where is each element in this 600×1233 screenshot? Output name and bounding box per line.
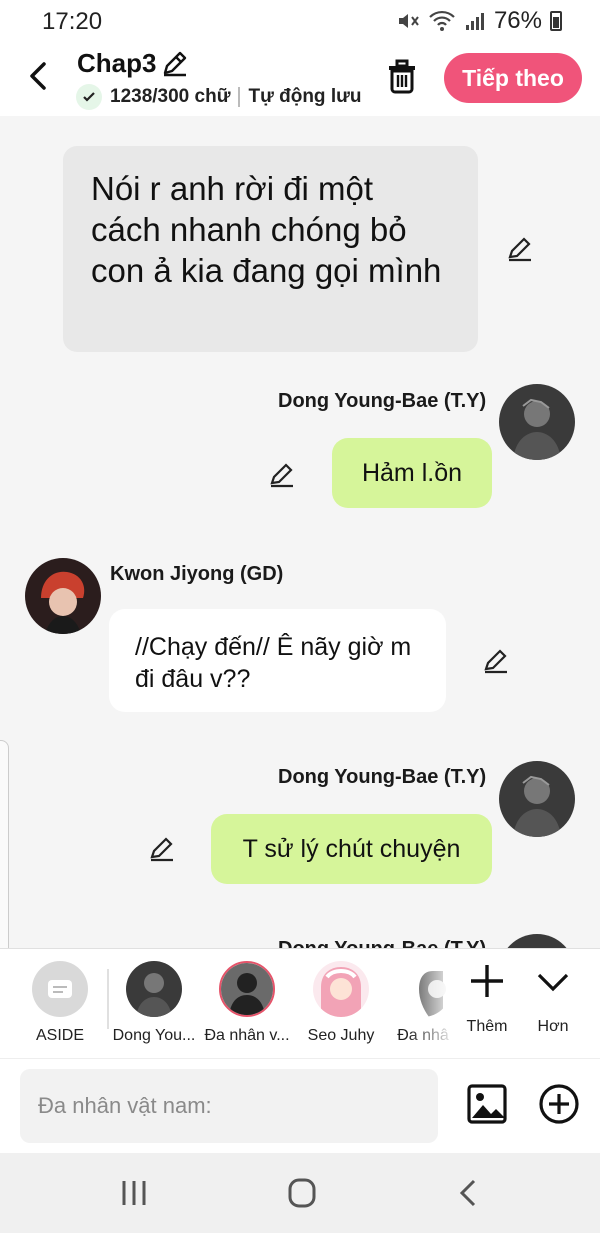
recents-icon[interactable] xyxy=(114,1177,154,1209)
fade-overlay xyxy=(408,949,456,1049)
message-bubble[interactable]: //Chạy đến// Ê nãy giờ m đi đâu v?? xyxy=(109,609,446,712)
more-label: Hơn xyxy=(537,1018,569,1035)
character-item[interactable]: Seo Juhy xyxy=(296,961,386,1045)
speaker-name: Kwon Jiyong (GD) xyxy=(110,563,284,585)
divider xyxy=(238,87,241,107)
check-icon xyxy=(76,84,102,110)
aside-icon xyxy=(32,961,88,1017)
next-button[interactable]: Tiếp theo xyxy=(444,53,582,103)
chat-area[interactable]: Nói r anh rời đi một cách nhanh chóng bỏ… xyxy=(0,116,600,948)
editor-header: Chap3 1238/300 chữ Tự động lưu Tiếp theo xyxy=(0,40,600,116)
speaker-name: Dong Young-Bae (T.Y) xyxy=(278,766,487,788)
narration-bubble[interactable]: Nói r anh rời đi một cách nhanh chóng bỏ… xyxy=(63,146,478,352)
side-drawer-handle[interactable] xyxy=(0,740,9,970)
signal-icon xyxy=(465,13,484,30)
system-nav-bar xyxy=(0,1153,600,1233)
message-bubble[interactable]: T sử lý chút chuyện xyxy=(211,814,492,884)
avatar[interactable] xyxy=(499,934,575,948)
character-item[interactable]: Dong You... xyxy=(109,961,199,1045)
character-label: Đa nhân v... xyxy=(204,1027,290,1044)
pencil-icon[interactable] xyxy=(506,234,534,262)
avatar xyxy=(219,961,275,1017)
word-count: 1238/300 chữ xyxy=(110,86,231,107)
pencil-icon[interactable] xyxy=(268,460,296,488)
character-label: ASIDE xyxy=(35,1027,84,1044)
status-bar: 17:20 76% xyxy=(0,0,600,40)
character-strip: ASIDE Dong You... Đa nhân v... Seo Juhy … xyxy=(0,948,600,1058)
character-aside[interactable]: ASIDE xyxy=(15,961,105,1045)
battery-icon xyxy=(550,11,562,31)
character-label: Dong You... xyxy=(112,1027,196,1044)
chapter-meta: 1238/300 chữ Tự động lưu xyxy=(76,84,361,110)
speaker-name: Dong Young-Bae (T.Y) xyxy=(278,390,487,412)
pencil-icon[interactable] xyxy=(148,834,176,862)
autosave-label: Tự động lưu xyxy=(248,86,362,107)
avatar xyxy=(313,961,369,1017)
more-button[interactable]: Hơn xyxy=(518,961,588,1036)
add-character-button[interactable]: Thêm xyxy=(452,961,522,1036)
pencil-icon[interactable] xyxy=(482,646,510,674)
message-input[interactable] xyxy=(20,1069,438,1143)
character-item-selected[interactable]: Đa nhân v... xyxy=(202,961,292,1045)
clock: 17:20 xyxy=(42,8,103,35)
avatar[interactable] xyxy=(499,761,575,837)
image-icon[interactable] xyxy=(466,1083,508,1125)
composer xyxy=(0,1058,600,1153)
add-label: Thêm xyxy=(466,1018,508,1035)
trash-icon[interactable] xyxy=(386,58,418,94)
avatar xyxy=(126,961,182,1017)
status-icons: 76% xyxy=(396,7,562,35)
nav-back-icon[interactable] xyxy=(450,1177,490,1209)
add-circle-icon[interactable] xyxy=(538,1083,580,1125)
pencil-icon[interactable] xyxy=(160,48,190,78)
chevron-down-icon xyxy=(537,973,569,992)
wifi-icon xyxy=(429,10,455,31)
battery-percent: 76% xyxy=(493,7,542,34)
plus-icon xyxy=(471,965,503,997)
speaker-name: Dong Young-Bae (T.Y) xyxy=(278,938,486,948)
message-bubble[interactable]: Hảm l.ồn xyxy=(332,438,492,508)
home-icon[interactable] xyxy=(282,1177,322,1209)
avatar[interactable] xyxy=(25,558,101,634)
back-icon[interactable] xyxy=(24,56,56,96)
character-label: Seo Juhy xyxy=(307,1027,375,1044)
avatar[interactable] xyxy=(499,384,575,460)
mute-icon xyxy=(398,14,419,28)
chapter-title[interactable]: Chap3 xyxy=(77,48,156,79)
